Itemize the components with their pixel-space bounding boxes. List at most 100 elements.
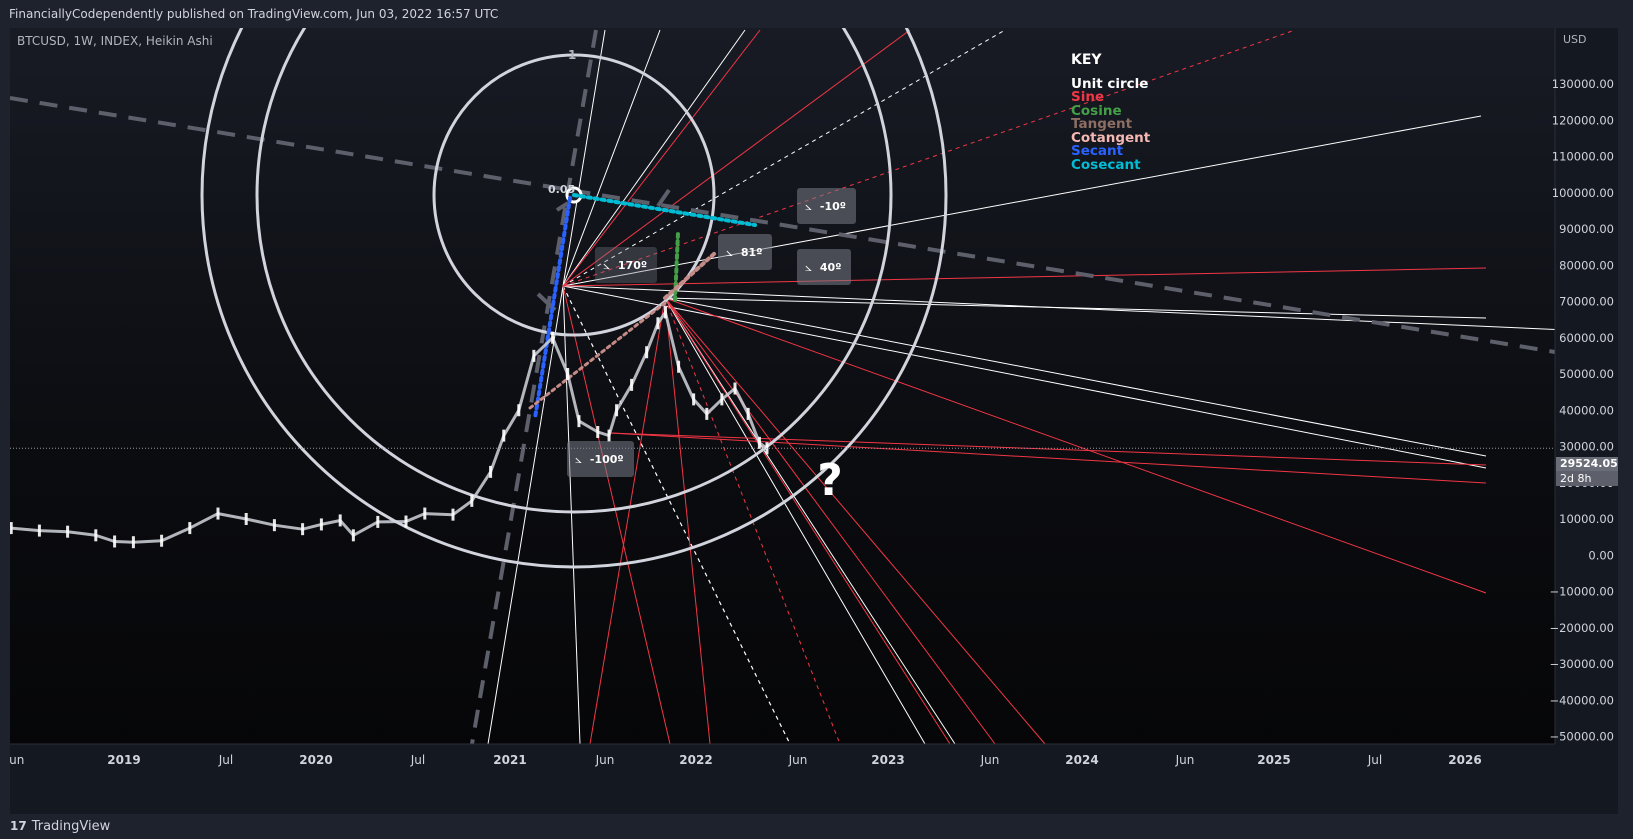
fan-ray (609, 432, 1487, 484)
x-tick-label: 2019 (107, 753, 140, 767)
x-tick-label: Jun (788, 753, 808, 767)
candle (470, 494, 474, 507)
fan-ray (562, 115, 1482, 287)
candle (319, 518, 323, 531)
candle (37, 524, 41, 537)
question-mark: ? (817, 455, 843, 506)
candle (216, 507, 220, 520)
angle-value: 81º (740, 246, 763, 259)
candle (566, 368, 570, 380)
x-tick-label: Jul (1367, 753, 1382, 767)
candle (66, 525, 70, 538)
fan-ray (664, 297, 1487, 594)
angle-box-81[interactable]: ⦣ 81º (718, 234, 773, 270)
candle (677, 360, 681, 373)
candle (746, 407, 750, 420)
candle (757, 436, 761, 449)
candle (131, 536, 135, 549)
angle-icon: ⦣ (726, 245, 733, 259)
y-tick-label: 30000.00 (1559, 440, 1614, 454)
y-tick-label: −10000.00 (1549, 585, 1614, 599)
x-tick-label: 2025 (1257, 753, 1290, 767)
steep-trendline (470, 29, 598, 745)
candle (272, 519, 276, 532)
angle-box-minus-10[interactable]: ⦣ -10º (797, 188, 856, 224)
candle (404, 515, 408, 528)
angle-icon: ⦣ (575, 452, 582, 466)
angle-box-40[interactable]: ⦣ 40º (797, 249, 852, 285)
angle-value: -10º (819, 200, 846, 213)
publication-header: FinanciallyCodependently published on Tr… (0, 0, 1633, 28)
angle-value: 170º (617, 259, 648, 272)
y-tick-label: −50000.00 (1549, 730, 1614, 744)
chart-canvas[interactable]: USD130000.00120000.00110000.00100000.009… (10, 28, 1618, 814)
fan-ray (609, 432, 1487, 466)
x-tick-label: Jun (1175, 753, 1195, 767)
fan-ray (664, 297, 926, 745)
candle (596, 426, 600, 438)
y-tick-label: −40000.00 (1549, 693, 1614, 707)
y-tick-label: 0.00 (1588, 548, 1614, 562)
candle (720, 393, 724, 406)
y-tick-label: 50000.00 (1559, 367, 1614, 381)
candle (645, 346, 649, 359)
angle-icon: ⦣ (805, 260, 812, 274)
candle (551, 331, 555, 344)
candle (94, 529, 98, 542)
x-tick-label: Jul (218, 753, 233, 767)
x-tick-label: Jun (10, 753, 24, 767)
candle (502, 429, 506, 442)
fan-ray (562, 267, 1487, 287)
x-tick-label: 2026 (1448, 753, 1481, 767)
candle (188, 522, 192, 535)
candle (615, 404, 619, 417)
fan-ray (664, 297, 951, 745)
candle (351, 529, 355, 542)
x-tick-label: 2021 (493, 753, 526, 767)
y-tick-label: 130000.00 (1552, 77, 1614, 91)
tradingview-logo[interactable]: 17 TradingView (10, 816, 110, 837)
fan-ray (562, 285, 581, 745)
candle (423, 507, 427, 520)
fan-ray (664, 297, 996, 745)
fan-ray (589, 297, 666, 745)
key-cosecant: Cosecant (1071, 156, 1141, 173)
candle (244, 513, 248, 525)
angle-icon: ⦣ (805, 199, 812, 213)
angle-box-170[interactable]: ⦣ 170º (595, 247, 658, 283)
angle-box-minus-100[interactable]: ⦣ -100º (567, 441, 634, 477)
fan-ray (562, 285, 1618, 333)
tv-logo-text: TradingView (31, 819, 111, 834)
trig-dotted-line (533, 196, 572, 420)
angle-value: 40º (819, 261, 842, 274)
candle (489, 465, 493, 478)
fan-ray (664, 297, 1487, 457)
last-price-tag: 29524.05 (1556, 457, 1618, 471)
fan-ray (664, 297, 1046, 745)
x-tick-label: Jun (595, 753, 615, 767)
candle (10, 522, 13, 535)
key-legend: KEY Unit circle Sine Cosine Tangent Cota… (1071, 53, 1150, 173)
fan-ray (664, 297, 1487, 319)
candle (338, 514, 342, 527)
candle (160, 534, 164, 547)
long-trendline (10, 96, 1556, 354)
candle (663, 306, 667, 319)
fan-ray (562, 285, 671, 745)
candle (577, 415, 581, 428)
angle-value: -100º (589, 453, 624, 466)
candle (532, 349, 536, 362)
y-tick-label: 80000.00 (1559, 258, 1614, 272)
candle (692, 393, 696, 406)
y-tick-label: 10000.00 (1559, 512, 1614, 526)
y-tick-label: −20000.00 (1549, 621, 1614, 635)
candle (733, 382, 737, 395)
y-tick-label: 120000.00 (1552, 113, 1614, 127)
x-tick-label: Jul (410, 753, 425, 767)
candle (113, 535, 117, 548)
x-tick-label: 2022 (679, 753, 712, 767)
y-tick-label: 40000.00 (1559, 403, 1614, 417)
x-tick-label: 2020 (299, 753, 332, 767)
candle (451, 508, 455, 521)
fan-ray (664, 297, 956, 745)
